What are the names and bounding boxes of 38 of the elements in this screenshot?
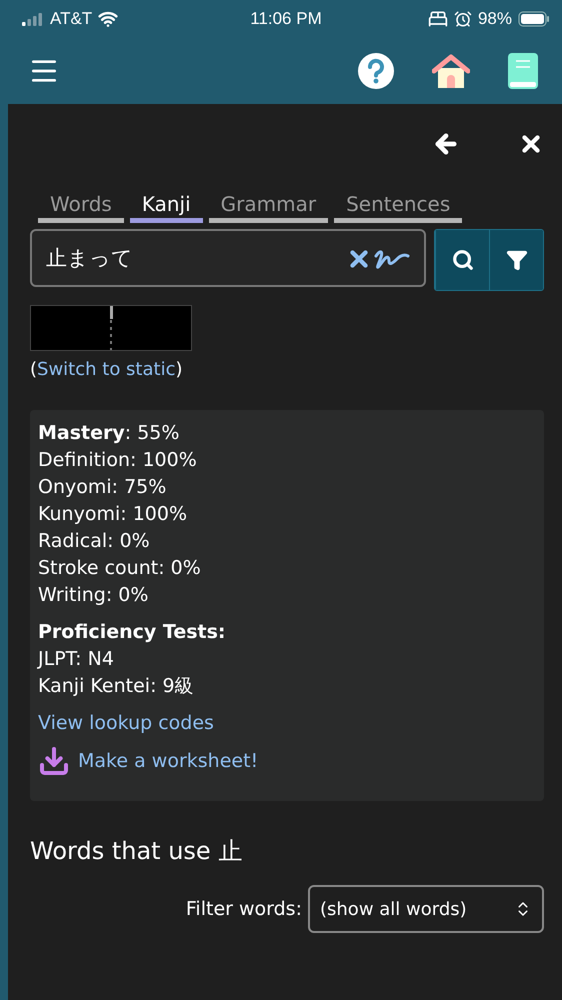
carrier-name: AT&T (50, 9, 92, 29)
alarm-icon (454, 10, 472, 28)
filter-select[interactable]: (show all words) (308, 885, 544, 933)
proficiency-line: Kanji Kentei: 9級 (38, 674, 195, 699)
mastery-line: Stroke count: 0% (38, 556, 202, 581)
mastery-line: Kunyomi: 100% (38, 502, 188, 527)
proficiency-title: Proficiency Tests: (38, 620, 227, 645)
help-icon[interactable] (358, 53, 394, 89)
tab[interactable]: Sentences (334, 192, 462, 223)
mastery-line: Radical: 0% (38, 529, 151, 554)
signal-icon (22, 12, 44, 26)
battery-percent: 98% (478, 9, 512, 29)
download-icon[interactable] (38, 745, 70, 777)
handwriting-icon[interactable] (374, 248, 410, 270)
filter-button[interactable] (489, 230, 543, 290)
tab[interactable]: Kanji (130, 192, 203, 223)
worksheet-link[interactable]: Make a worksheet! (78, 748, 258, 774)
clock-time: 11:06 PM (250, 9, 322, 29)
bed-icon (428, 9, 448, 29)
switch-static-link[interactable]: Switch to static (37, 359, 176, 380)
mastery-line: Definition: 100% (38, 448, 198, 473)
mastery-line: Writing: 0% (38, 583, 150, 608)
mastery-line: Mastery: 55% (38, 421, 180, 446)
home-icon[interactable] (432, 54, 470, 88)
proficiency-line: JLPT: N4 (38, 647, 115, 672)
tab[interactable]: Grammar (208, 192, 328, 223)
wifi-icon (98, 9, 118, 29)
lookup-codes-link[interactable]: View lookup codes (38, 710, 214, 737)
mastery-line: Onyomi: 75% (38, 475, 168, 500)
tab[interactable]: Words (38, 192, 124, 223)
search-field[interactable]: 止まって (30, 229, 426, 287)
switch-static-text: (Switch to static) (30, 359, 184, 380)
filter-icon (506, 249, 528, 271)
search-button[interactable] (435, 230, 489, 290)
battery-icon (518, 11, 550, 27)
filter-label: Filter words: (186, 898, 302, 920)
section-title: Words that use 止 (30, 836, 244, 867)
search-icon (452, 249, 474, 271)
